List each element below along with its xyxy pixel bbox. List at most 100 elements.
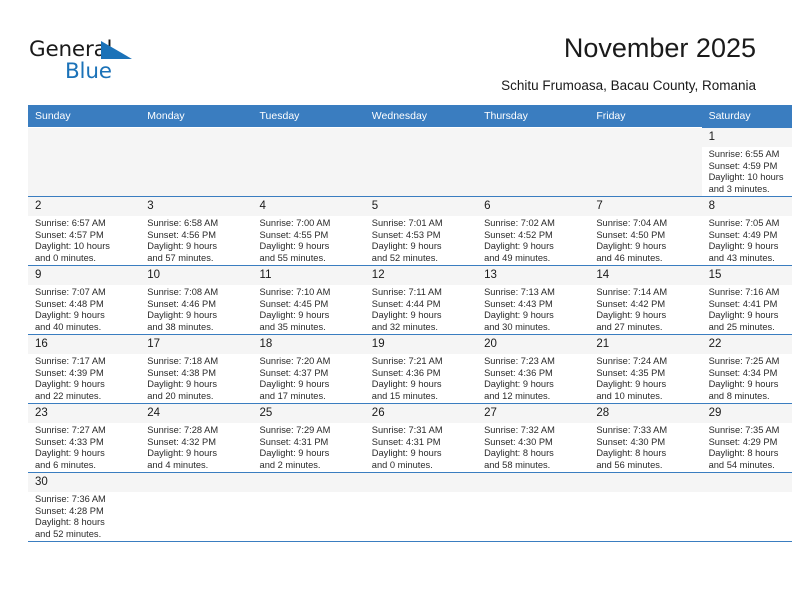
day-number: 9	[28, 266, 141, 285]
day-sunset-text: Sunset: 4:41 PM	[708, 298, 778, 309]
calendar-cell-empty	[252, 127, 365, 197]
day-sunrise-text: Sunrise: 7:21 AM	[371, 356, 443, 366]
day-daylight-text: and 8 minutes.	[708, 390, 770, 401]
day-daylight-text: Daylight: 9 hours	[147, 379, 218, 390]
calendar-day-cell: 6 Sunrise: 7:02 AM Sunset: 4:52 PM Daylight…	[477, 196, 590, 266]
calendar-day-cell: 22 Sunrise: 7:25 AM Sunset: 4:34 PM Dayligh…	[701, 334, 792, 404]
day-daylight-text: Daylight: 9 hours	[596, 310, 667, 321]
day-daylight-text: Daylight: 8 hours	[596, 448, 667, 459]
calendar-cell-empty	[701, 472, 792, 542]
calendar-week-row: 1 Sunrise: 6:55 AM Sunset: 4:59 PM Daylight…	[28, 127, 792, 197]
day-number	[140, 473, 253, 492]
day-daylight-text: and 6 minutes.	[35, 459, 96, 470]
day-sun-info: Sunrise: 7:21 AM Sunset: 4:36 PM Daylight:…	[365, 354, 477, 402]
day-sunset-text: Sunset: 4:36 PM	[371, 367, 441, 378]
calendar-cell-empty	[589, 127, 702, 197]
day-daylight-text: and 20 minutes.	[147, 390, 214, 401]
day-number: 8	[701, 197, 792, 216]
day-daylight-text: Daylight: 9 hours	[371, 379, 442, 390]
day-cell-content: 16 Sunrise: 7:17 AM Sunset: 4:39 PM Dayligh…	[28, 335, 141, 402]
calendar-day-cell: 12 Sunrise: 7:11 AM Sunset: 4:44 PM Dayligh…	[364, 265, 478, 335]
day-number	[701, 473, 792, 492]
calendar-day-cell: 1 Sunrise: 6:55 AM Sunset: 4:59 PM Daylight…	[701, 127, 792, 197]
day-sunrise-text: Sunrise: 6:57 AM	[35, 218, 106, 228]
calendar-week-row: 16 Sunrise: 7:17 AM Sunset: 4:39 PM Dayligh…	[28, 334, 792, 404]
day-daylight-text: Daylight: 8 hours	[708, 448, 779, 459]
day-daylight-text: and 52 minutes.	[35, 528, 102, 539]
calendar-day-cell: 8 Sunrise: 7:05 AM Sunset: 4:49 PM Daylight…	[701, 196, 792, 266]
day-daylight-text: and 55 minutes.	[259, 252, 326, 263]
day-daylight-text: Daylight: 9 hours	[35, 379, 105, 390]
day-daylight-text: and 38 minutes.	[147, 321, 214, 332]
day-daylight-text: and 40 minutes.	[35, 321, 102, 332]
day-daylight-text: Daylight: 9 hours	[708, 379, 779, 390]
day-sunrise-text: Sunrise: 7:36 AM	[35, 494, 106, 504]
day-number: 19	[364, 335, 478, 354]
day-sun-info: Sunrise: 7:16 AM Sunset: 4:41 PM Daylight:…	[702, 285, 792, 333]
day-sunset-text: Sunset: 4:45 PM	[259, 298, 329, 309]
day-sunset-text: Sunset: 4:36 PM	[484, 367, 553, 378]
day-number: 6	[477, 197, 590, 216]
day-daylight-text: Daylight: 9 hours	[484, 310, 554, 321]
day-cell-content: 9 Sunrise: 7:07 AM Sunset: 4:48 PM Daylight…	[28, 266, 141, 333]
day-sunrise-text: Sunrise: 7:25 AM	[708, 356, 780, 366]
day-sunrise-text: Sunrise: 7:23 AM	[484, 356, 555, 366]
day-daylight-text: Daylight: 10 hours	[708, 172, 784, 183]
day-number: 16	[28, 335, 141, 354]
day-sunrise-text: Sunrise: 6:58 AM	[147, 218, 219, 228]
day-sunset-text: Sunset: 4:34 PM	[708, 367, 778, 378]
logo-text-blue: Blue	[65, 59, 112, 84]
page-title: November 2025	[563, 33, 756, 63]
day-sunrise-text: Sunrise: 7:16 AM	[708, 287, 780, 297]
day-daylight-text: Daylight: 9 hours	[147, 241, 218, 252]
day-sun-info: Sunrise: 7:01 AM Sunset: 4:53 PM Daylight:…	[365, 216, 477, 264]
day-number: 17	[140, 335, 253, 354]
calendar-day-cell: 29 Sunrise: 7:35 AM Sunset: 4:29 PM Dayligh…	[701, 403, 792, 473]
calendar-header-row: Sunday Monday Tuesday Wednesday Thursday…	[28, 105, 792, 128]
calendar-cell-empty	[477, 472, 590, 542]
day-cell-content: 3 Sunrise: 6:58 AM Sunset: 4:56 PM Daylight…	[140, 197, 253, 264]
day-number: 28	[589, 404, 702, 423]
day-sunset-text: Sunset: 4:37 PM	[259, 367, 329, 378]
day-sunrise-text: Sunrise: 7:01 AM	[371, 218, 443, 228]
day-cell-content: 27 Sunrise: 7:32 AM Sunset: 4:30 PM Dayligh…	[477, 404, 590, 471]
day-cell-content: 18 Sunrise: 7:20 AM Sunset: 4:37 PM Dayligh…	[252, 335, 365, 402]
day-daylight-text: and 17 minutes.	[259, 390, 326, 401]
calendar-week-row: 2 Sunrise: 6:57 AM Sunset: 4:57 PM Daylight…	[28, 196, 792, 266]
day-daylight-text: Daylight: 9 hours	[484, 379, 554, 390]
day-cell-content: 17 Sunrise: 7:18 AM Sunset: 4:38 PM Dayligh…	[140, 335, 253, 402]
day-daylight-text: and 0 minutes.	[35, 252, 96, 263]
calendar-day-cell: 15 Sunrise: 7:16 AM Sunset: 4:41 PM Dayligh…	[701, 265, 792, 335]
day-daylight-text: and 22 minutes.	[35, 390, 102, 401]
day-sun-info: Sunrise: 7:05 AM Sunset: 4:49 PM Daylight:…	[702, 216, 792, 264]
day-sun-info: Sunrise: 7:04 AM Sunset: 4:50 PM Daylight:…	[589, 216, 701, 264]
day-cell-content: 26 Sunrise: 7:31 AM Sunset: 4:31 PM Dayligh…	[364, 404, 478, 471]
calendar-day-cell: 27 Sunrise: 7:32 AM Sunset: 4:30 PM Dayligh…	[477, 403, 590, 473]
day-sunset-text: Sunset: 4:43 PM	[484, 298, 553, 309]
day-cell-content: 20 Sunrise: 7:23 AM Sunset: 4:36 PM Dayligh…	[477, 335, 590, 402]
general-blue-logo[interactable]: General Blue	[29, 37, 169, 89]
day-sun-info: Sunrise: 7:14 AM Sunset: 4:42 PM Daylight:…	[589, 285, 701, 333]
weekday-header-saturday: Saturday	[701, 105, 792, 128]
day-daylight-text: Daylight: 9 hours	[259, 379, 330, 390]
day-sun-info: Sunrise: 7:17 AM Sunset: 4:39 PM Daylight:…	[28, 354, 140, 402]
day-number: 15	[701, 266, 792, 285]
day-number: 26	[364, 404, 478, 423]
day-daylight-text: Daylight: 9 hours	[371, 448, 442, 459]
day-daylight-text: and 0 minutes.	[371, 459, 433, 470]
weekday-header-thursday: Thursday	[477, 105, 590, 128]
day-sun-info: Sunrise: 7:08 AM Sunset: 4:46 PM Daylight:…	[140, 285, 252, 333]
day-cell-content: 21 Sunrise: 7:24 AM Sunset: 4:35 PM Dayligh…	[589, 335, 702, 402]
day-sunrise-text: Sunrise: 7:04 AM	[596, 218, 668, 228]
day-daylight-text: and 4 minutes.	[147, 459, 209, 470]
calendar-week-row: 30 Sunrise: 7:36 AM Sunset: 4:28 PM Dayligh…	[28, 472, 792, 542]
day-number: 2	[28, 197, 141, 216]
day-sun-info: Sunrise: 7:18 AM Sunset: 4:38 PM Daylight:…	[140, 354, 252, 402]
day-sunset-text: Sunset: 4:31 PM	[371, 436, 441, 447]
day-number: 12	[364, 266, 478, 285]
day-sunset-text: Sunset: 4:29 PM	[708, 436, 778, 447]
day-sunrise-text: Sunrise: 7:32 AM	[484, 425, 555, 435]
calendar-day-cell: 25 Sunrise: 7:29 AM Sunset: 4:31 PM Dayligh…	[252, 403, 365, 473]
day-sun-info: Sunrise: 7:24 AM Sunset: 4:35 PM Daylight:…	[589, 354, 701, 402]
day-sun-info: Sunrise: 7:13 AM Sunset: 4:43 PM Daylight:…	[477, 285, 589, 333]
